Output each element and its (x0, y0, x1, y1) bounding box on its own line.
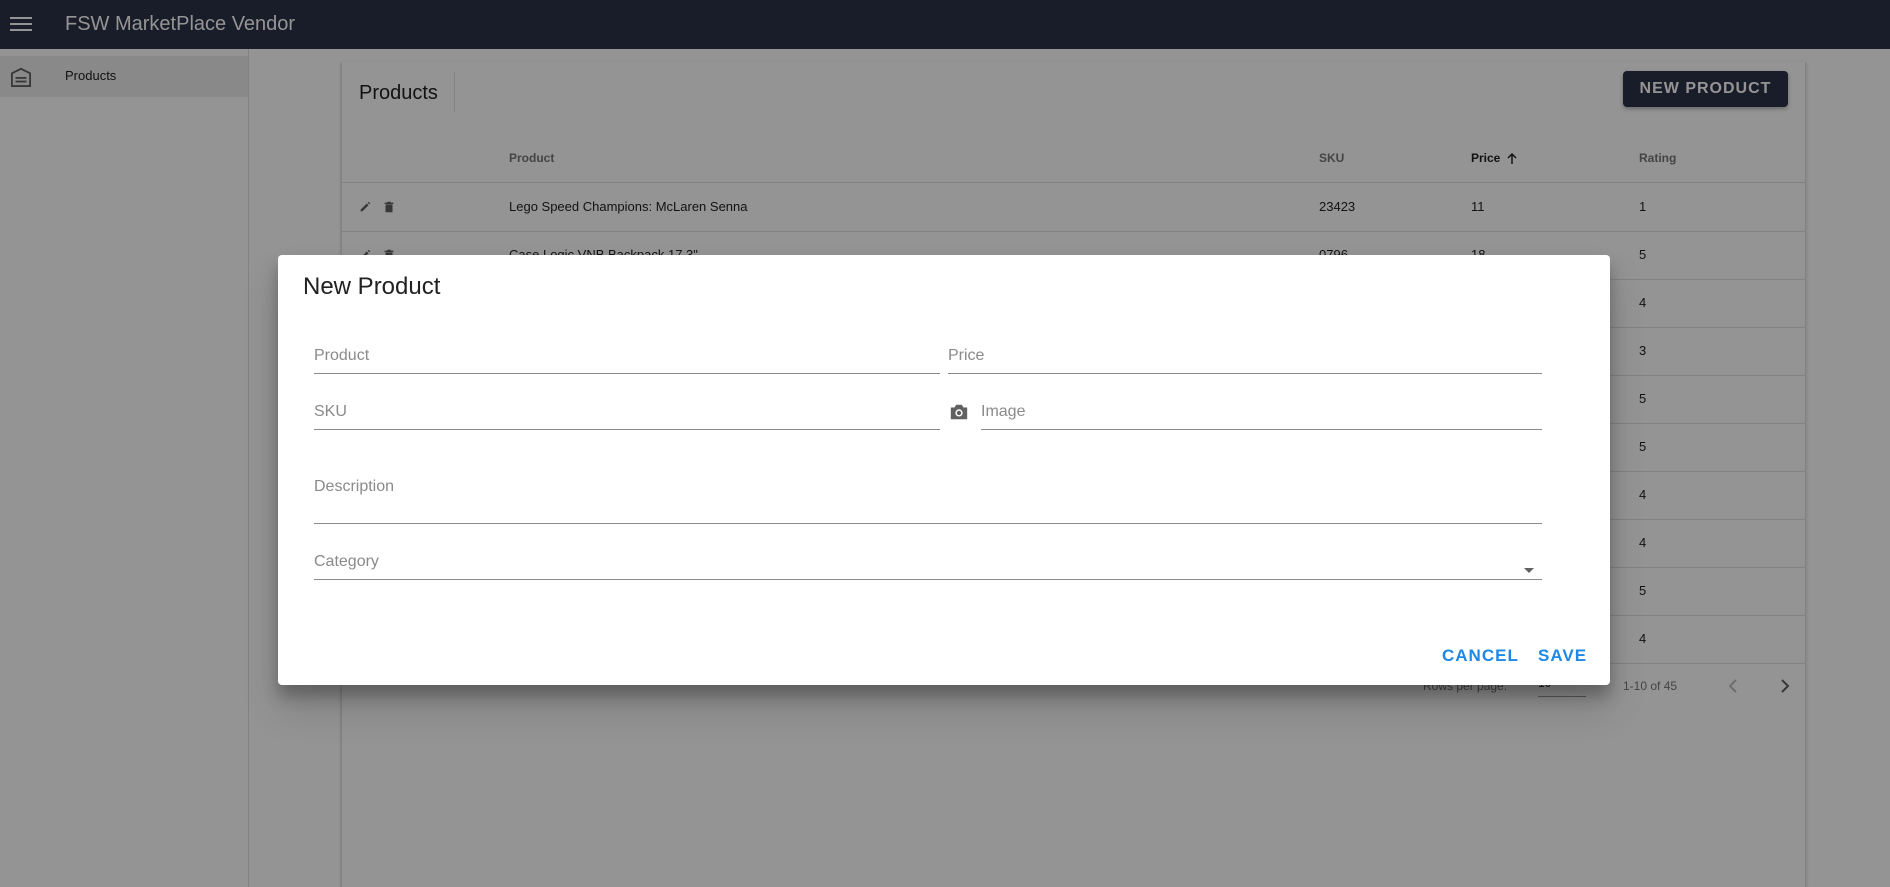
description-field[interactable]: Description (314, 478, 1542, 524)
sku-field-label: SKU (314, 403, 347, 420)
product-field[interactable]: Product (314, 343, 940, 374)
sku-field[interactable]: SKU (314, 399, 940, 430)
description-field-label: Description (314, 478, 395, 495)
image-field[interactable]: Image (981, 399, 1542, 430)
category-select-label: Category (314, 553, 379, 570)
category-select[interactable]: Category (314, 550, 1542, 580)
save-button[interactable]: SAVE (1538, 638, 1587, 674)
dialog-title: New Product (303, 273, 441, 300)
dropdown-arrow-icon (1524, 568, 1534, 573)
product-field-label: Product (314, 347, 370, 364)
price-field[interactable]: Price (948, 343, 1542, 374)
camera-icon[interactable] (948, 402, 970, 422)
price-field-label: Price (948, 347, 985, 364)
image-field-label: Image (981, 403, 1026, 420)
cancel-button[interactable]: CANCEL (1442, 638, 1519, 674)
new-product-dialog: New Product Product Price SKU Image Desc… (278, 255, 1610, 685)
